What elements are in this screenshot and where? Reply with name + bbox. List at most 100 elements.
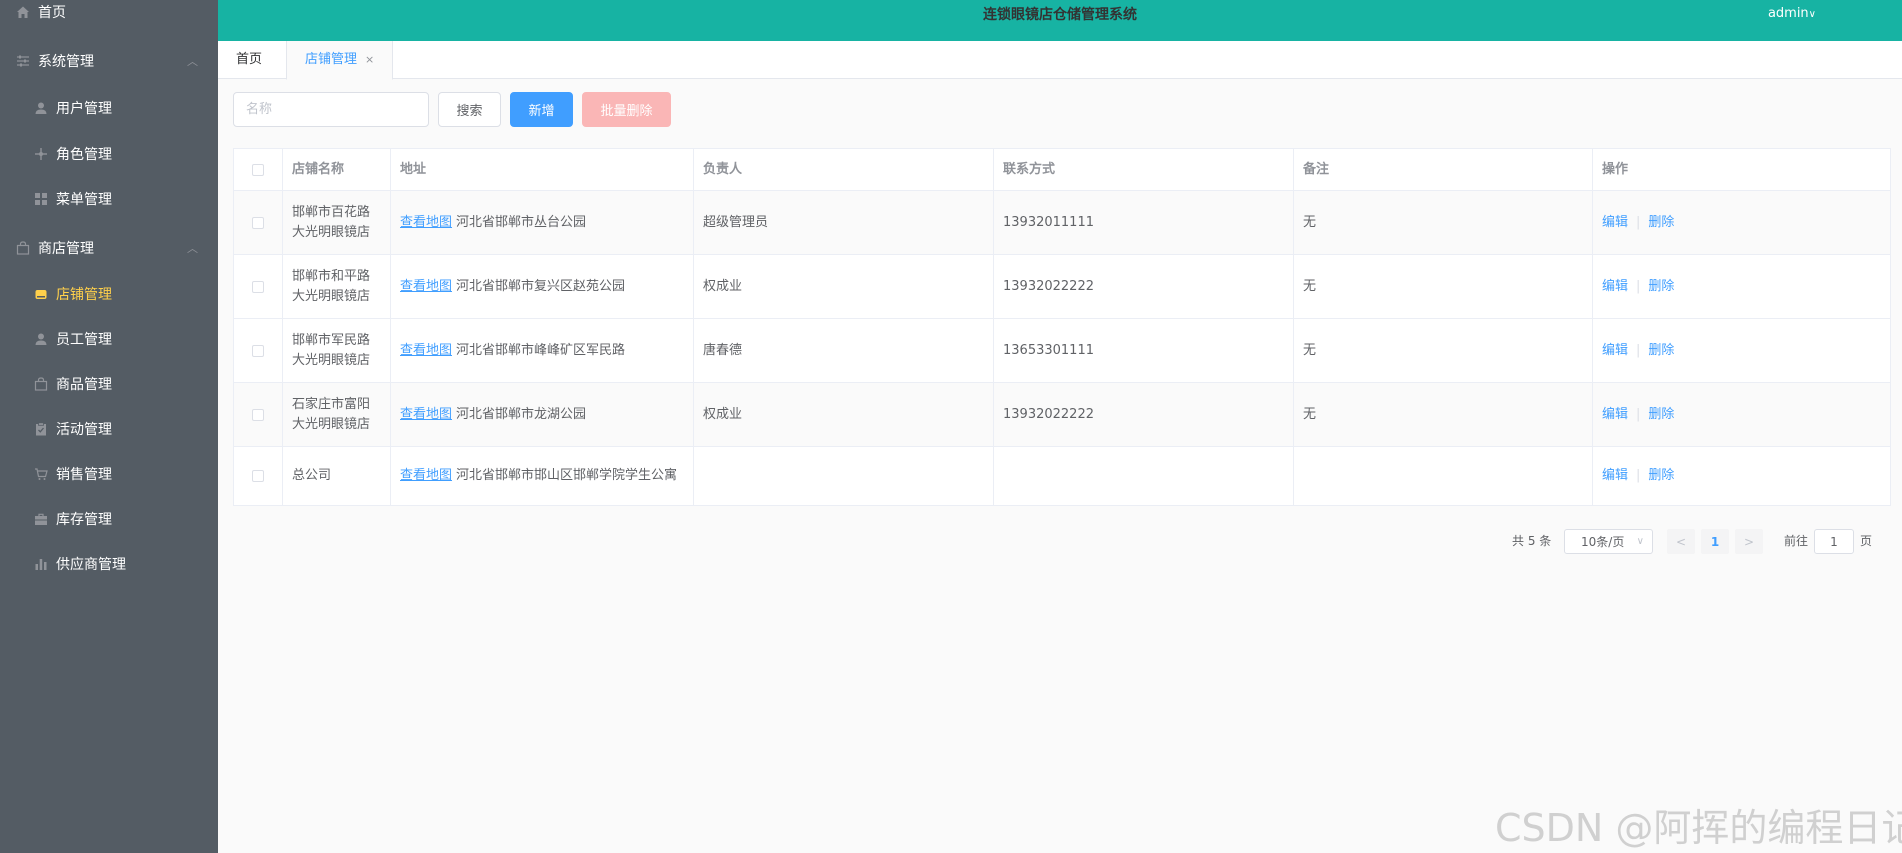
chevron-left-icon: < — [1675, 534, 1687, 549]
next-page-button[interactable]: > — [1735, 529, 1763, 554]
delete-link[interactable]: 删除 — [1648, 213, 1674, 233]
view-map-link[interactable]: 查看地图 — [400, 213, 452, 233]
actions-cell: 编辑 | 删除 — [1593, 191, 1890, 254]
tab-stores[interactable]: 店铺管理 × — [286, 41, 394, 80]
row-checkbox[interactable] — [252, 344, 264, 357]
batch-delete-button[interactable]: 批量删除 — [582, 92, 671, 127]
search-button[interactable]: 搜索 — [438, 92, 501, 127]
sidebar-item-inventory[interactable]: 库存管理 — [0, 497, 218, 541]
address-cell: 查看地图 河北省邯郸市龙湖公园 — [391, 383, 694, 446]
page-size-select[interactable]: 10条/页 ∨ — [1564, 529, 1653, 554]
store-name: 总公司 — [283, 447, 391, 505]
row-checkbox[interactable] — [252, 280, 264, 293]
row-select-cell — [234, 383, 283, 446]
shopping-bag-icon — [16, 241, 30, 255]
pagination-total: 共 5 条 — [1512, 534, 1552, 548]
address-cell: 查看地图 河北省邯郸市丛台公园 — [391, 191, 694, 254]
sidebar-item-goods[interactable]: 商品管理 — [0, 362, 218, 406]
edit-link[interactable]: 编辑 — [1602, 405, 1628, 425]
tab-bar: 首页 店铺管理 × — [218, 41, 1902, 80]
header-select-cell — [234, 149, 283, 190]
row-checkbox[interactable] — [252, 216, 264, 229]
phone: 13932011111 — [994, 191, 1294, 254]
column-header: 备注 — [1294, 149, 1593, 190]
edit-link[interactable]: 编辑 — [1602, 341, 1628, 361]
delete-link[interactable]: 删除 — [1648, 277, 1674, 297]
remark: 无 — [1294, 255, 1593, 318]
sidebar-item-suppliers[interactable]: 供应商管理 — [0, 542, 218, 586]
sidebar-group-store[interactable]: 商店管理 ︿ — [0, 226, 218, 270]
sidebar-group-system[interactable]: 系统管理 ︿ — [0, 39, 218, 83]
row-checkbox[interactable] — [252, 408, 264, 421]
row-checkbox[interactable] — [252, 470, 264, 482]
tab-label: 店铺管理 — [305, 52, 358, 67]
edit-link[interactable]: 编辑 — [1602, 213, 1628, 233]
sidebar-item-home[interactable]: 首页 — [0, 0, 218, 34]
delete-link[interactable]: 删除 — [1648, 405, 1674, 425]
sidebar-item-users[interactable]: 用户管理 — [0, 86, 218, 130]
manager — [694, 447, 994, 505]
actions-cell: 编辑 | 删除 — [1593, 383, 1890, 446]
goto-page-input[interactable] — [1814, 529, 1854, 554]
page-number-current[interactable]: 1 — [1701, 529, 1729, 554]
table-header: 店铺名称 地址 负责人 联系方式 备注 操作 — [234, 149, 1890, 191]
shop-icon — [34, 287, 48, 301]
view-map-link[interactable]: 查看地图 — [400, 405, 452, 425]
sidebar-item-stores[interactable]: 店铺管理 — [0, 272, 218, 316]
remark: 无 — [1294, 383, 1593, 446]
sidebar-item-activities[interactable]: 活动管理 — [0, 407, 218, 451]
column-header: 联系方式 — [994, 149, 1294, 190]
select-all-checkbox[interactable] — [252, 163, 264, 176]
close-icon[interactable]: × — [365, 53, 374, 66]
user-dropdown[interactable]: admin∨ — [1768, 0, 1816, 28]
search-input[interactable] — [233, 92, 429, 127]
tab-home[interactable]: 首页 — [236, 41, 262, 79]
sliders-icon — [16, 54, 30, 68]
home-icon — [16, 5, 30, 19]
sidebar-group-label: 系统管理 — [38, 54, 94, 70]
delete-link[interactable]: 删除 — [1648, 466, 1674, 486]
app-title: 连锁眼镜店仓储管理系统 — [983, 7, 1137, 23]
sidebar-item-label: 店铺管理 — [56, 287, 112, 303]
manager: 超级管理员 — [694, 191, 994, 254]
edit-link[interactable]: 编辑 — [1602, 277, 1628, 297]
view-map-link[interactable]: 查看地图 — [400, 277, 452, 297]
sidebar-item-label: 首页 — [38, 5, 66, 21]
chevron-down-icon: ∨ — [1636, 536, 1644, 547]
remark — [1294, 447, 1593, 505]
actions-cell: 编辑 | 删除 — [1593, 319, 1890, 382]
tab-label: 首页 — [236, 52, 263, 67]
address-cell: 查看地图 河北省邯郸市峰峰矿区军民路 — [391, 319, 694, 382]
grid-icon — [34, 192, 48, 206]
table-row: 总公司 查看地图 河北省邯郸市邯山区邯郸学院学生公寓 编辑 | 删除 — [234, 447, 1890, 505]
view-map-link[interactable]: 查看地图 — [400, 341, 452, 361]
manager: 唐春德 — [694, 319, 994, 382]
divider: | — [1636, 278, 1641, 294]
address-text: 河北省邯郸市丛台公园 — [456, 214, 587, 230]
table-row: 邯郸市和平路大光明眼镜店 查看地图 河北省邯郸市复兴区赵苑公园 权成业 13932… — [234, 255, 1890, 319]
sidebar-item-employees[interactable]: 员工管理 — [0, 317, 218, 361]
table-row: 邯郸市军民路大光明眼镜店 查看地图 河北省邯郸市峰峰矿区军民路 唐春德 13653… — [234, 319, 1890, 383]
add-button[interactable]: 新增 — [510, 92, 573, 127]
shopping-cart-icon — [34, 467, 48, 481]
column-header: 地址 — [391, 149, 694, 190]
view-map-link[interactable]: 查看地图 — [400, 466, 452, 486]
edit-link[interactable]: 编辑 — [1602, 466, 1628, 486]
top-header: 连锁眼镜店仓储管理系统 admin∨ — [218, 0, 1902, 41]
sidebar: 首页 系统管理 ︿ 用户管理 角色管理 菜单管理 商店管理 ︿ 店铺管理 员工管… — [0, 0, 218, 853]
column-header: 负责人 — [694, 149, 994, 190]
sidebar-item-label: 供应商管理 — [56, 557, 126, 573]
user-icon — [34, 101, 48, 115]
prev-page-button[interactable]: < — [1667, 529, 1695, 554]
sidebar-item-roles[interactable]: 角色管理 — [0, 132, 218, 176]
sidebar-item-label: 用户管理 — [56, 101, 112, 117]
manager: 权成业 — [694, 383, 994, 446]
delete-link[interactable]: 删除 — [1648, 341, 1674, 361]
row-select-cell — [234, 255, 283, 318]
chevron-right-icon: > — [1743, 534, 1755, 549]
sidebar-item-sales[interactable]: 销售管理 — [0, 452, 218, 496]
address-text: 河北省邯郸市邯山区邯郸学院学生公寓 — [456, 468, 678, 483]
row-select-cell — [234, 447, 283, 505]
divider: | — [1636, 468, 1641, 483]
sidebar-item-menus[interactable]: 菜单管理 — [0, 177, 218, 221]
